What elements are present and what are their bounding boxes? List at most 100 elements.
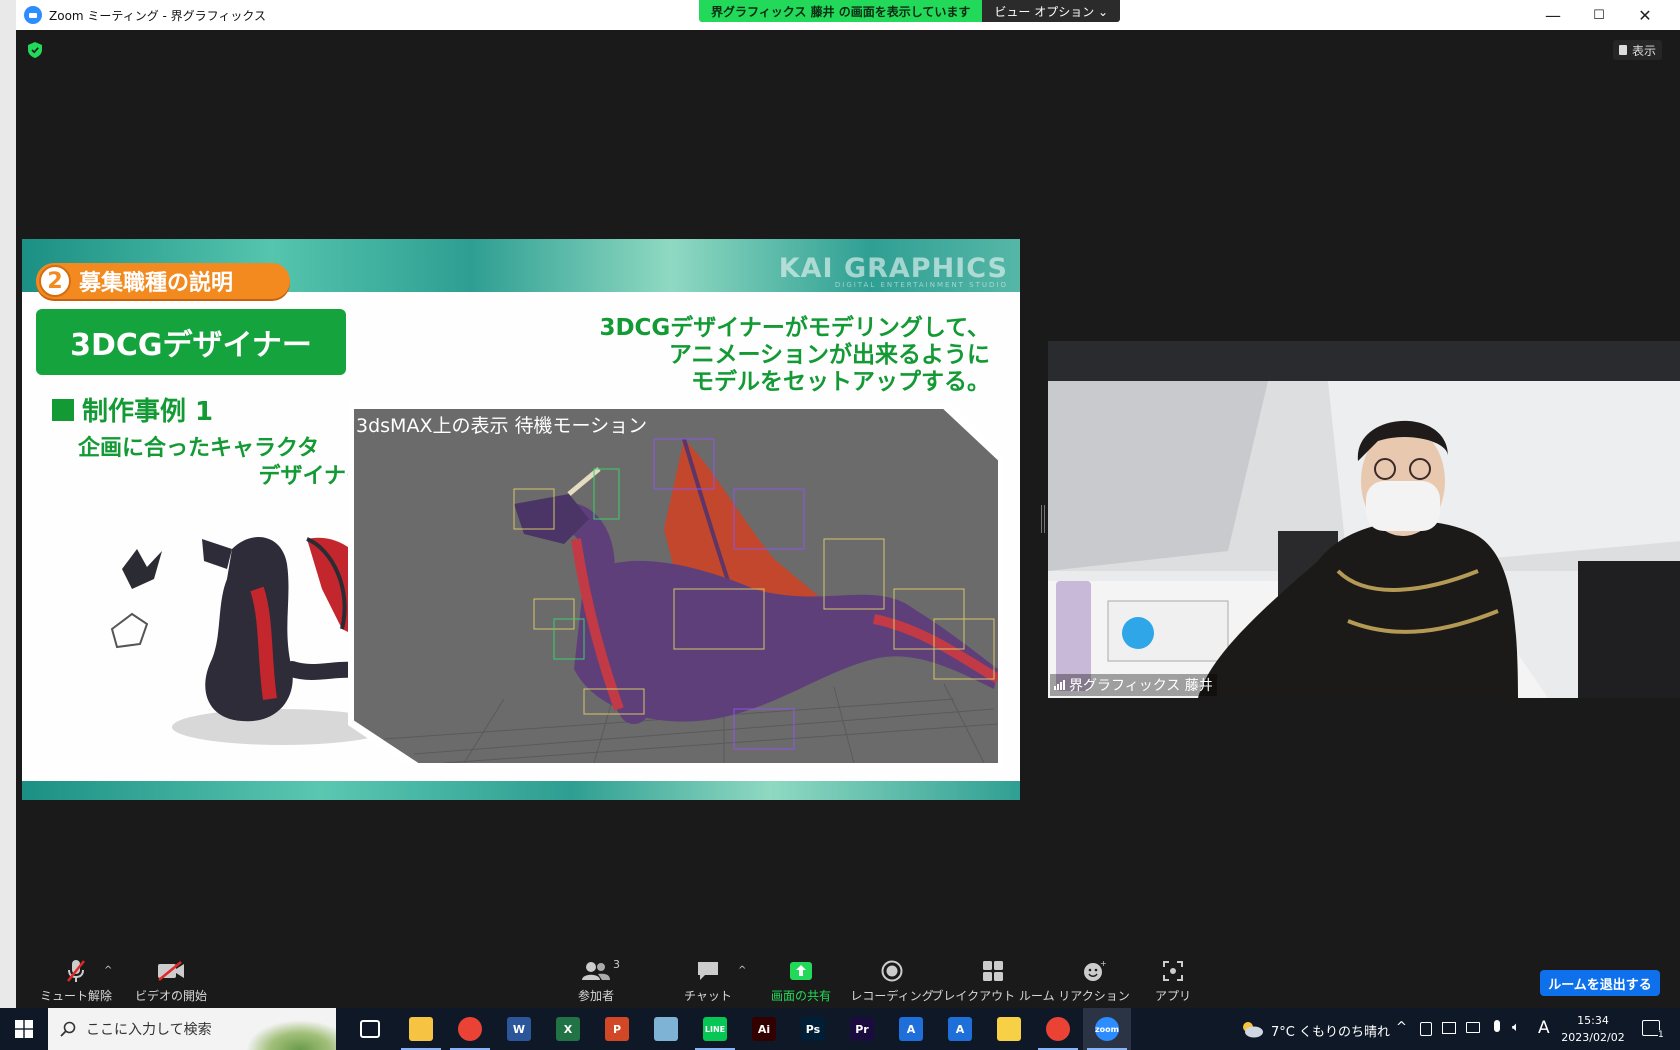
weather-cloud-icon — [1240, 1020, 1264, 1038]
weather-label[interactable]: 7°C くもりのち晴れ — [1271, 1021, 1390, 1040]
splitter-handle[interactable] — [1041, 505, 1045, 533]
apps-button[interactable]: アプリ — [1133, 950, 1213, 1008]
taskbar-file-explorer-icon[interactable] — [409, 1017, 433, 1041]
svg-text:+: + — [1100, 960, 1106, 968]
mute-button[interactable]: ミュート解除 — [36, 950, 116, 1008]
record-button[interactable]: レコーディング — [850, 950, 934, 1008]
encryption-shield-icon[interactable] — [28, 42, 42, 58]
tray-overflow-icon[interactable]: ^ — [1396, 1020, 1407, 1035]
taskbar-chrome-icon[interactable] — [458, 1017, 482, 1041]
section-title: 募集職種の説明 — [79, 271, 234, 296]
taskbar-excel-icon[interactable]: X — [556, 1017, 580, 1041]
participant-name: 界グラフィックス 藤井 — [1069, 678, 1213, 694]
minimize-button[interactable]: — — [1530, 0, 1576, 30]
case-line-1: 企画に合ったキャラクタ — [78, 436, 320, 461]
slide-footer-band — [22, 781, 1020, 800]
headline-line-3: モデルをセットアップする。 — [691, 369, 990, 395]
breakout-rooms-icon — [973, 958, 1013, 984]
close-button[interactable]: ✕ — [1622, 0, 1668, 30]
participants-count: 3 — [613, 958, 620, 971]
chat-button[interactable]: チャット — [668, 950, 748, 1008]
taskbar-clock[interactable]: 15:34 2023/02/02 — [1548, 1012, 1638, 1046]
bullet-square-icon — [52, 398, 74, 421]
taskbar-search-box[interactable]: ここに入力して検索 — [48, 1008, 336, 1050]
zoom-logo-icon — [24, 6, 42, 24]
dragon-concept-art — [110, 537, 392, 745]
breakout-rooms-label: ブレイクアウト ルーム — [931, 989, 1055, 1003]
clock-date: 2023/02/02 — [1561, 1031, 1625, 1044]
slide-brand: KAI GRAPHICS — [778, 253, 1008, 284]
case-title: 制作事例 1 — [82, 397, 214, 427]
chat-options-caret-icon[interactable]: ^ — [738, 965, 746, 976]
windows-logo-icon — [15, 1020, 33, 1038]
taskbar-zoom-icon[interactable]: zoom — [1095, 1017, 1119, 1041]
meet-now-icon[interactable] — [1420, 1022, 1432, 1036]
chat-label: チャット — [684, 989, 732, 1003]
start-video-label: ビデオの開始 — [134, 989, 207, 1003]
search-placeholder: ここに入力して検索 — [86, 1022, 212, 1038]
display-icon[interactable] — [1442, 1022, 1456, 1034]
record-label: レコーディング — [850, 989, 934, 1003]
chat-icon — [688, 958, 728, 984]
network-icon[interactable] — [1466, 1022, 1480, 1033]
view-options-button[interactable]: ビュー オプション ⌄ — [982, 0, 1121, 22]
search-highlight-art — [246, 1020, 336, 1050]
3dsmax-viewport: 3dsMAX上の表示 待機モーション — [354, 409, 998, 763]
apps-label: アプリ — [1154, 989, 1191, 1003]
share-banner: 界グラフィックス 藤井 の画面を表示しています ビュー オプション ⌄ — [699, 0, 1121, 22]
viewport-frame: 3dsMAX上の表示 待機モーション — [348, 403, 1004, 769]
search-icon — [60, 1021, 76, 1037]
taskbar-powerpoint-icon[interactable]: P — [605, 1017, 629, 1041]
taskbar-illustrator-icon[interactable]: Ai — [752, 1017, 776, 1041]
taskbar-line-icon[interactable]: LINE — [703, 1017, 727, 1041]
rigged-dragon-model — [383, 438, 998, 763]
participant-video[interactable]: 界グラフィックス 藤井 — [1048, 341, 1680, 698]
leave-room-button[interactable]: ルームを退出する — [1540, 970, 1660, 996]
speaker-icon[interactable]: 🔈︎ — [1512, 1020, 1520, 1035]
participant-video-feed — [1048, 341, 1680, 698]
headline-line-1: 3DCGデザイナーがモデリングして、 — [599, 315, 990, 341]
view-layout-icon — [1618, 45, 1627, 55]
maximize-button[interactable]: ☐ — [1576, 0, 1622, 30]
reactions-label: リアクション — [1058, 989, 1130, 1003]
window-title: Zoom ミーティング - 界グラフィックス — [49, 8, 267, 23]
taskbar-notepad-app-icon[interactable] — [654, 1017, 678, 1041]
reactions-smiley-icon: + — [1074, 958, 1114, 984]
taskbar-premiere-icon[interactable]: Pr — [850, 1017, 874, 1041]
participants-button[interactable]: 参加者 — [556, 950, 636, 1008]
signal-strength-icon — [1054, 680, 1065, 690]
taskbar-app-a2-icon[interactable]: A — [948, 1017, 972, 1041]
taskbar-chrome-profile-icon[interactable] — [1046, 1017, 1070, 1041]
start-video-button[interactable]: ビデオの開始 — [126, 950, 216, 1008]
desktop-edge — [0, 0, 16, 1008]
zoom-window: Zoom ミーティング - 界グラフィックス — ☐ ✕ 界グラフィックス 藤井… — [16, 0, 1680, 1008]
taskbar-word-icon[interactable]: W — [507, 1017, 531, 1041]
role-title: 3DCGデザイナー — [36, 309, 346, 375]
taskbar-app-a1-icon[interactable]: A — [899, 1017, 923, 1041]
taskbar-photoshop-icon[interactable]: Ps — [801, 1017, 825, 1041]
share-status-label: 界グラフィックス 藤井 の画面を表示しています — [699, 0, 983, 22]
notification-count: 1 — [1658, 1030, 1664, 1040]
meeting-controls: ミュート解除 ^ ビデオの開始 参加者 3 チャット ^ 画面の共有 レコーディ… — [16, 950, 1680, 1008]
slide-headline: 3DCGデザイナーがモデリングして、 アニメーションが出来るように モデルをセッ… — [430, 315, 990, 396]
reactions-button[interactable]: + リアクション — [1054, 950, 1134, 1008]
clock-time: 15:34 — [1577, 1014, 1609, 1027]
breakout-rooms-button[interactable]: ブレイクアウト ルーム — [931, 950, 1055, 1008]
taskbar-sticky-notes-icon[interactable] — [997, 1017, 1021, 1041]
share-screen-button[interactable]: 画面の共有 — [761, 950, 841, 1008]
section-number: 2 — [39, 265, 71, 297]
headline-line-2: アニメーションが出来るように — [668, 342, 990, 368]
record-icon — [872, 958, 912, 984]
taskbar-task-view-icon[interactable] — [360, 1020, 380, 1038]
microphone-tray-icon[interactable] — [1494, 1020, 1500, 1032]
participant-name-tag: 界グラフィックス 藤井 — [1050, 674, 1217, 696]
video-off-icon — [151, 958, 191, 984]
slide-brand-subtitle: DIGITAL ENTERTAINMENT STUDIO — [834, 281, 1008, 289]
microphone-muted-icon — [56, 958, 96, 984]
view-button[interactable]: 表示 — [1612, 40, 1662, 60]
apps-icon — [1153, 958, 1193, 984]
participants-icon — [576, 958, 616, 984]
start-button[interactable] — [0, 1008, 48, 1050]
audio-options-caret-icon[interactable]: ^ — [104, 965, 112, 976]
case-heading: 制作事例 1 — [52, 391, 213, 428]
